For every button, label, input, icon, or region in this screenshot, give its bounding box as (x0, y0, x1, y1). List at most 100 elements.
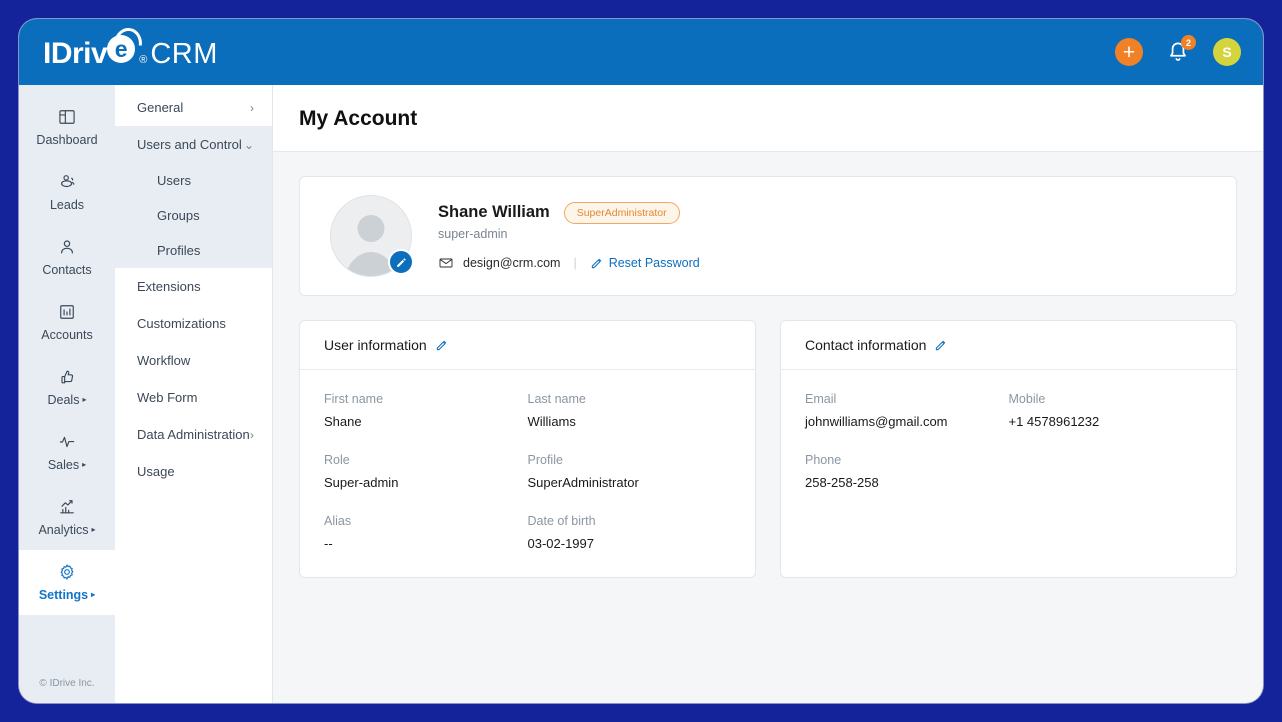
field-last-name: Last name Williams (528, 392, 732, 429)
field-profile: Profile SuperAdministrator (528, 453, 732, 490)
content-area: Shane William SuperAdministrator super-a… (273, 152, 1263, 602)
field-value: johnwilliams@gmail.com (805, 414, 948, 429)
field-label: Mobile (1008, 392, 1046, 406)
contact-information-body: Email johnwilliams@gmail.com Mobile +1 4… (781, 370, 1236, 516)
pulse-icon (59, 436, 75, 448)
field-value: Super-admin (324, 475, 399, 490)
submenu-item-users[interactable]: Users (115, 163, 272, 198)
envelope-icon (439, 258, 453, 267)
sidebar-item-analytics[interactable]: Analytics ▸ (19, 485, 115, 550)
submenu-item-groups[interactable]: Groups (115, 198, 272, 233)
reset-password-link[interactable]: Reset Password (590, 256, 700, 270)
field-label: First name (324, 392, 384, 406)
chevron-down-icon: ⌄ (243, 137, 254, 152)
primary-sidebar: Dashboard Leads Contacts Accounts Deals … (19, 85, 115, 703)
profile-name-row: Shane William SuperAdministrator (438, 201, 700, 224)
sidebar-item-text: Settings (38, 588, 89, 602)
contacts-icon (61, 240, 73, 254)
sidebar-item-deals[interactable]: Deals ▸ (19, 355, 115, 420)
chevron-right-icon: › (250, 100, 254, 115)
submenu-item-users-and-control[interactable]: Users and Control ⌄ (115, 126, 272, 163)
submenu-item-workflow[interactable]: Workflow (115, 342, 272, 379)
field-label: Date of birth (527, 514, 596, 528)
submenu-item-label: Customizations (137, 316, 226, 331)
sidebar-item-contacts[interactable]: Contacts (19, 225, 115, 290)
brand-name-part2: CRM (150, 38, 218, 70)
submenu-item-customizations[interactable]: Customizations (115, 305, 272, 342)
user-information-title: User information (324, 337, 427, 353)
sidebar-item-settings[interactable]: Settings ▸ (19, 550, 115, 615)
info-cards-row: User information First name Shane Last n… (299, 320, 1237, 578)
submenu-item-label: Web Form (137, 390, 198, 405)
profile-details: Shane William SuperAdministrator super-a… (438, 201, 700, 271)
submenu-item-extensions[interactable]: Extensions (115, 268, 272, 305)
sidebar-item-dashboard[interactable]: Dashboard (19, 95, 115, 160)
registered-mark: ® (139, 54, 148, 66)
edit-contact-information-icon[interactable] (934, 338, 948, 352)
submenu-item-label: Users and Control (137, 137, 242, 152)
edit-user-information-icon[interactable] (435, 338, 449, 352)
sidebar-item-text: Sales (47, 458, 80, 472)
submenu-item-label: General (137, 100, 184, 115)
chevron-right-icon: ▸ (91, 525, 96, 534)
field-role: Role Super-admin (324, 453, 528, 490)
field-phone: Phone 258-258-258 (805, 453, 1009, 490)
page-header: My Account (273, 85, 1263, 152)
submenu-item-usage[interactable]: Usage (115, 453, 272, 490)
brand-logo[interactable]: IDriv e ® CRM (43, 26, 218, 71)
pencil-icon (396, 257, 406, 267)
notifications-button[interactable]: 2 (1165, 35, 1196, 65)
field-first-name: First name Shane (324, 392, 528, 429)
chevron-right-icon: ▸ (82, 395, 87, 404)
main-content: My Account Shane William SuperAdministra… (273, 85, 1263, 703)
add-button[interactable]: + (1115, 38, 1143, 66)
field-alias: Alias -- (324, 514, 528, 551)
sidebar-item-sales[interactable]: Sales ▸ (19, 420, 115, 485)
app-window: IDriv e ® CRM + 2 S Dashboard Leads Cont… (19, 19, 1263, 703)
field-value: +1 4578961232 (1008, 414, 1100, 429)
submenu-item-web-form[interactable]: Web Form (115, 379, 272, 416)
divider: | (573, 255, 577, 270)
field-date-of-birth: Date of birth 03-02-1997 (528, 514, 732, 551)
edit-avatar-button[interactable] (388, 249, 414, 275)
app-body: Dashboard Leads Contacts Accounts Deals … (19, 85, 1263, 703)
sidebar-item-accounts[interactable]: Accounts (19, 290, 115, 355)
chevron-right-icon: ▸ (91, 590, 96, 599)
field-mobile: Mobile +1 4578961232 (1009, 392, 1213, 429)
bar-chart-icon (60, 500, 74, 514)
sidebar-item-leads[interactable]: Leads (19, 160, 115, 225)
contact-information-card: Contact information Email johnwilliams@g… (780, 320, 1237, 578)
role-badge: SuperAdministrator (563, 201, 680, 224)
submenu-item-label: Usage (137, 464, 175, 479)
leads-icon (60, 175, 75, 188)
user-information-card: User information First name Shane Last n… (299, 320, 756, 578)
sidebar-item-label: Deals ▸ (48, 393, 87, 407)
user-information-body: First name Shane Last name Williams Role… (300, 370, 755, 577)
sidebar-item-label: Accounts (41, 328, 93, 342)
brand-name-part1: IDriv (43, 37, 108, 70)
app-header: IDriv e ® CRM + 2 S (19, 19, 1263, 85)
gear-icon (60, 564, 74, 580)
sidebar-item-label: Analytics ▸ (38, 523, 95, 537)
contact-information-header: Contact information (781, 321, 1236, 370)
submenu-item-profiles[interactable]: Profiles (115, 233, 272, 268)
field-spacer (1009, 453, 1213, 490)
settings-submenu: General › Users and Control ⌄ Users Grou… (115, 85, 273, 703)
field-label: Profile (527, 453, 563, 467)
user-avatar[interactable]: S (1213, 38, 1241, 66)
submenu-item-general[interactable]: General › (115, 89, 272, 126)
submenu-item-label: Data Administration (137, 427, 250, 442)
field-label: Last name (527, 392, 586, 406)
user-information-fields: First name Shane Last name Williams Role… (324, 392, 731, 551)
sidebar-item-label: Leads (49, 198, 85, 212)
contact-information-fields: Email johnwilliams@gmail.com Mobile +1 4… (805, 392, 1212, 490)
submenu-item-data-administration[interactable]: Data Administration › (115, 416, 272, 453)
sidebar-items: Dashboard Leads Contacts Accounts Deals … (19, 85, 115, 615)
profile-card: Shane William SuperAdministrator super-a… (299, 176, 1237, 296)
profile-contact-row: design@crm.com | Reset Password (438, 255, 700, 271)
thumbs-up-icon (61, 370, 74, 384)
profile-subtitle: super-admin (438, 226, 508, 241)
submenu-item-label: Extensions (137, 279, 201, 294)
contact-information-title: Contact information (805, 337, 927, 353)
sidebar-item-label: Sales ▸ (48, 458, 86, 472)
